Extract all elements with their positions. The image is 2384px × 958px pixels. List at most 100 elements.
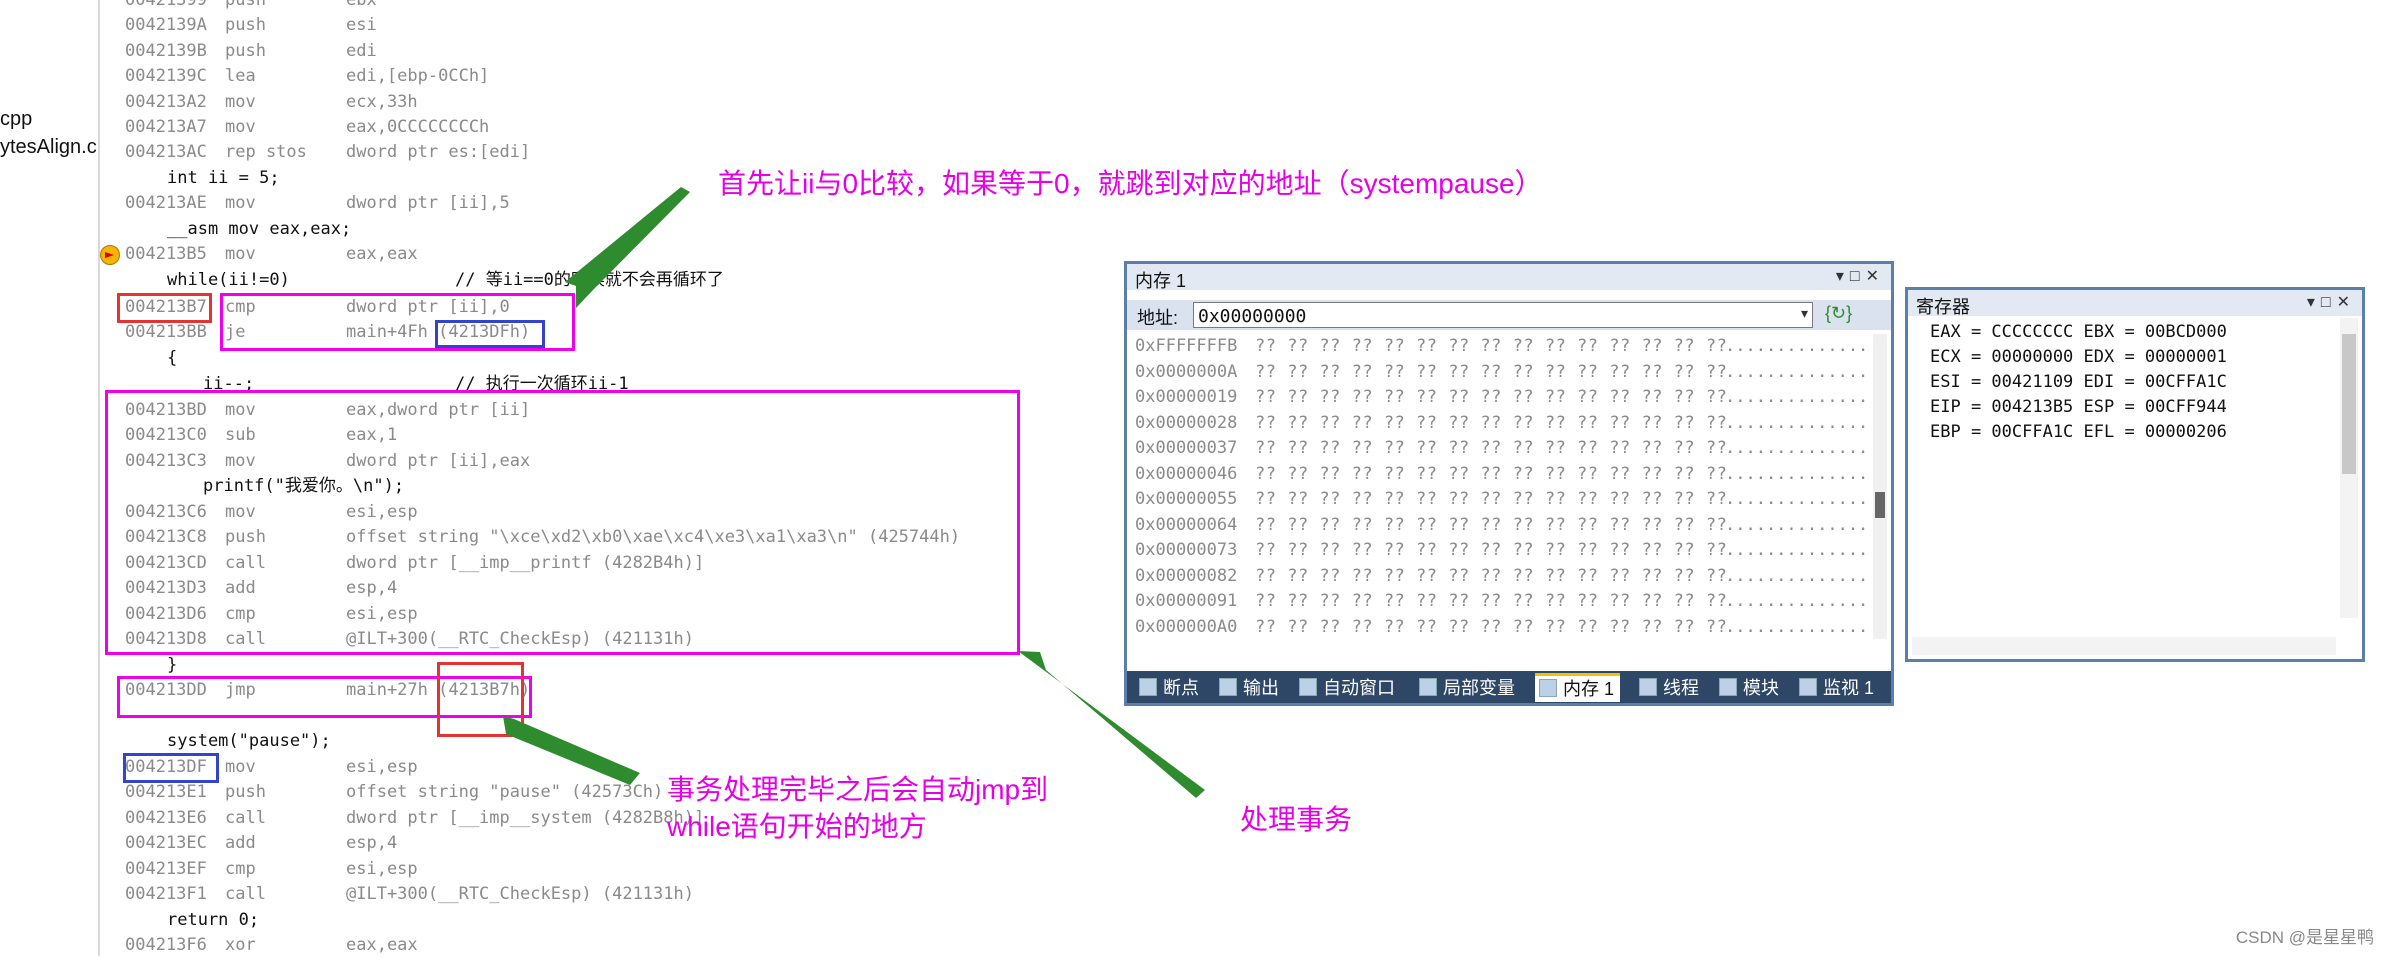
tab-2[interactable]: 自动窗口	[1295, 675, 1395, 701]
memory-row[interactable]: 0x00000082 ?? ?? ?? ?? ?? ?? ?? ?? ?? ?? …	[1135, 564, 1865, 589]
memory-ascii: ...............	[1725, 463, 1865, 484]
memory-address: 0x00000073	[1135, 540, 1238, 560]
register-row: EBP = 00CFFA1C EFL = 00000206	[1930, 422, 2227, 442]
memory-row[interactable]: 0x00000073 ?? ?? ?? ?? ?? ?? ?? ?? ?? ?? …	[1135, 538, 1865, 563]
memory-address: 0x00000028	[1135, 412, 1238, 433]
register-horizontal-scrollbar[interactable]	[1912, 637, 2336, 655]
memory-row[interactable]: 0x0000000A ?? ?? ?? ?? ?? ?? ?? ?? ?? ?? …	[1135, 360, 1865, 385]
memory-address: 0x00000055	[1135, 489, 1238, 509]
memory-window[interactable]: 内存 1 ▾□✕ 地址: 0x00000000 ▾ {↻} 0xFFFFFFFB…	[1124, 261, 1894, 706]
memory-row[interactable]: 0x00000046 ?? ?? ?? ?? ?? ?? ?? ?? ?? ?? …	[1135, 462, 1865, 487]
address-value: 0x00000000	[1198, 306, 1307, 327]
memory-bytes: ?? ?? ?? ?? ?? ?? ?? ?? ?? ?? ?? ?? ?? ?…	[1255, 489, 1728, 509]
memory-row[interactable]: 0x00000064 ?? ?? ?? ?? ?? ?? ?? ?? ?? ?? …	[1135, 513, 1865, 538]
memory-window-controls[interactable]: ▾□✕	[1836, 266, 1885, 286]
memory-row[interactable]: 0xFFFFFFFB ?? ?? ?? ?? ?? ?? ?? ?? ?? ?? …	[1135, 334, 1865, 359]
address-label: 地址:	[1137, 308, 1179, 328]
chevron-down-icon[interactable]: ▾	[1801, 305, 1808, 322]
dropdown-icon[interactable]: ▾	[2307, 294, 2321, 311]
address-input[interactable]: 0x00000000 ▾	[1193, 302, 1813, 328]
memory-ascii: ...............	[1725, 387, 1865, 407]
memory-bytes: ?? ?? ?? ?? ?? ?? ?? ?? ?? ?? ?? ?? ?? ?…	[1255, 387, 1728, 407]
tab-3[interactable]: 局部变量	[1415, 675, 1515, 701]
annotation-cmp-note: 首先让ii与0比较，如果等于0，就跳到对应的地址（systempause）	[718, 168, 1543, 199]
annotation-jmp-note-line2: while语句开始的地方	[667, 811, 927, 842]
memory-row[interactable]: 0x00000091 ?? ?? ?? ?? ?? ?? ?? ?? ?? ?? …	[1135, 589, 1865, 614]
maximize-icon[interactable]: □	[2321, 294, 2337, 311]
memory-address: 0x000000A0	[1135, 616, 1238, 637]
memory-bytes: ?? ?? ?? ?? ?? ?? ?? ?? ?? ?? ?? ?? ?? ?…	[1255, 640, 1727, 644]
memory-bytes: ?? ?? ?? ?? ?? ?? ?? ?? ?? ?? ?? ?? ?? ?…	[1255, 565, 1728, 586]
memory-address: 0x00000091	[1135, 591, 1238, 611]
register-rows[interactable]: EAX = CCCCCCCC EBX = 00BCD000 ECX = 00000…	[1930, 320, 2227, 445]
maximize-icon[interactable]: □	[1850, 268, 1866, 285]
memory-scroll-thumb[interactable]	[1875, 492, 1885, 518]
memory-title: 内存 1	[1135, 271, 1187, 291]
tab-6[interactable]: 模块	[1715, 675, 1779, 701]
register-scroll-thumb[interactable]	[2342, 334, 2356, 474]
memory-toolbar: 地址: 0x00000000 ▾ {↻}	[1127, 300, 1891, 330]
debug-tab-bar: 断点 输出 自动窗口 局部变量 内存 1 线程 模块 监视 1	[1127, 671, 1891, 703]
tab-1[interactable]: 输出	[1215, 675, 1279, 701]
annotation-jmp-note-line1: 事务处理完毕之后会自动jmp到	[667, 774, 1049, 805]
memory-row[interactable]: 0x00000055 ?? ?? ?? ?? ?? ?? ?? ?? ?? ?? …	[1135, 487, 1865, 512]
arrow-to-jmp	[503, 716, 640, 785]
memory-bytes: ?? ?? ?? ?? ?? ?? ?? ?? ?? ?? ?? ?? ?? ?…	[1255, 616, 1728, 637]
watermark: CSDN @是星星鸭	[2235, 928, 2374, 947]
memory-address: 0xFFFFFFFB	[1135, 336, 1238, 356]
tab-label: 模块	[1743, 678, 1779, 698]
tab-label: 局部变量	[1443, 678, 1515, 698]
memory-row[interactable]: 0x000000A0 ?? ?? ?? ?? ?? ?? ?? ?? ?? ?? …	[1135, 615, 1865, 640]
memory-row[interactable]: 0x00000019 ?? ?? ?? ?? ?? ?? ?? ?? ?? ?? …	[1135, 385, 1865, 410]
tab-4[interactable]: 内存 1	[1535, 673, 1621, 702]
memory-bytes: ?? ?? ?? ?? ?? ?? ?? ?? ?? ?? ?? ?? ?? ?…	[1255, 540, 1728, 560]
memory-address: 0x00000019	[1135, 387, 1238, 407]
memory-bytes: ?? ?? ?? ?? ?? ?? ?? ?? ?? ?? ?? ?? ?? ?…	[1255, 463, 1728, 484]
memory-ascii: ...............	[1725, 336, 1865, 356]
memory-address: 0x000000AF	[1135, 640, 1237, 644]
register-title: 寄存器	[1916, 297, 1970, 317]
memory-row[interactable]: 0x00000037 ?? ?? ?? ?? ?? ?? ?? ?? ?? ?? …	[1135, 436, 1865, 461]
memory-ascii: ...............	[1725, 489, 1865, 509]
register-row: EIP = 004213B5 ESP = 00CFF944	[1930, 397, 2227, 417]
tab-icon	[1419, 678, 1437, 696]
memory-address: 0x0000000A	[1135, 361, 1238, 382]
tab-icon	[1719, 678, 1737, 696]
dropdown-icon[interactable]: ▾	[1836, 268, 1850, 285]
tab-0[interactable]: 断点	[1135, 675, 1199, 701]
memory-ascii: ...............	[1725, 514, 1865, 535]
memory-address: 0x00000064	[1135, 514, 1238, 535]
reevaluate-icon[interactable]: {↻}	[1825, 303, 1852, 325]
memory-row[interactable]: 0x00000028 ?? ?? ?? ?? ?? ?? ?? ?? ?? ?? …	[1135, 411, 1865, 436]
register-row: EAX = CCCCCCCC EBX = 00BCD000	[1930, 322, 2227, 342]
register-title-bar[interactable]: 寄存器 ▾□✕	[1908, 290, 2362, 317]
tab-7[interactable]: 监视 1	[1795, 675, 1874, 701]
memory-ascii: ...............	[1725, 540, 1865, 560]
memory-bytes: ?? ?? ?? ?? ?? ?? ?? ?? ?? ?? ?? ?? ?? ?…	[1255, 438, 1728, 458]
memory-rows[interactable]: 0xFFFFFFFB ?? ?? ?? ?? ?? ?? ?? ?? ?? ?? …	[1135, 334, 1865, 644]
memory-ascii: ...............	[1725, 565, 1865, 586]
memory-bytes: ?? ?? ?? ?? ?? ?? ?? ?? ?? ?? ?? ?? ?? ?…	[1255, 591, 1728, 611]
close-icon[interactable]: ✕	[2337, 294, 2356, 311]
memory-bytes: ?? ?? ?? ?? ?? ?? ?? ?? ?? ?? ?? ?? ?? ?…	[1255, 361, 1728, 382]
memory-bytes: ?? ?? ?? ?? ?? ?? ?? ?? ?? ?? ?? ?? ?? ?…	[1255, 514, 1728, 535]
register-window[interactable]: 寄存器 ▾□✕ EAX = CCCCCCCC EBX = 00BCD000 ECX…	[1905, 287, 2365, 662]
memory-ascii: ...............	[1725, 438, 1865, 458]
tab-label: 监视 1	[1823, 678, 1875, 698]
tab-icon	[1639, 678, 1657, 696]
tab-label: 内存 1	[1563, 679, 1615, 699]
memory-title-bar[interactable]: 内存 1 ▾□✕	[1127, 264, 1891, 291]
tab-icon	[1799, 678, 1817, 696]
close-icon[interactable]: ✕	[1866, 268, 1885, 285]
register-row: ECX = 00000000 EDX = 00000001	[1930, 347, 2227, 367]
memory-ascii: ...............	[1725, 361, 1865, 382]
annotation-process-note: 处理事务	[1240, 804, 1353, 835]
memory-scrollbar[interactable]	[1873, 334, 1887, 639]
memory-ascii: ...............	[1725, 616, 1865, 637]
memory-ascii: ...............	[1725, 591, 1865, 611]
register-window-controls[interactable]: ▾□✕	[2307, 292, 2356, 312]
tab-5[interactable]: 线程	[1635, 675, 1699, 701]
memory-row[interactable]: 0x000000AF ?? ?? ?? ?? ?? ?? ?? ?? ?? ?? …	[1135, 640, 1865, 644]
arrow-to-cmp	[565, 187, 690, 308]
tab-icon	[1139, 678, 1157, 696]
